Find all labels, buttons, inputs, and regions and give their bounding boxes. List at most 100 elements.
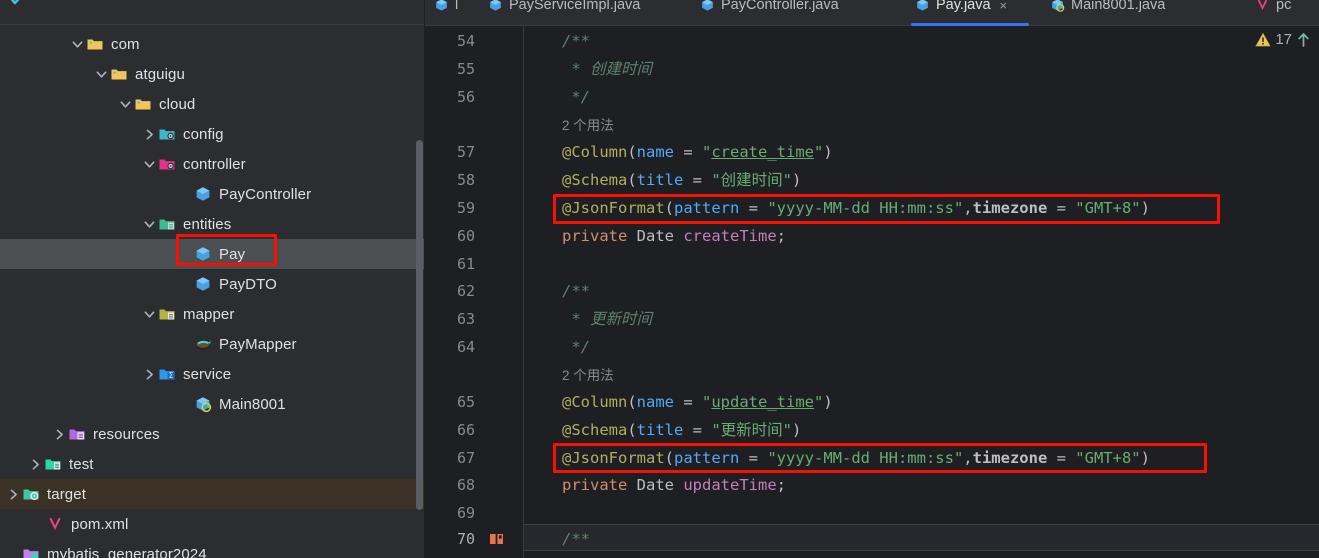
- code-token: (: [627, 421, 637, 439]
- editor-tab-payserviceimpl-java[interactable]: PayServiceImpl.java: [478, 0, 650, 18]
- code-token: ): [1140, 199, 1150, 217]
- chevron-right-icon[interactable]: [4, 485, 22, 503]
- code-token: title: [636, 171, 684, 189]
- caret-line-highlight: [524, 524, 1319, 551]
- code-line[interactable]: @Column(name = "create_time"): [562, 143, 833, 162]
- inlay-hint-usages[interactable]: 2 个用法: [562, 366, 614, 385]
- editor-tab-label: Pay.java: [936, 0, 991, 13]
- arrow-up-icon[interactable]: [1296, 31, 1311, 48]
- tree-item-test[interactable]: test: [0, 449, 425, 479]
- code-line[interactable]: @Column(name = "update_time"): [562, 393, 833, 412]
- code-line[interactable]: /**: [562, 282, 590, 301]
- code-token: name: [636, 143, 674, 161]
- chevron-down-icon[interactable]: [140, 305, 158, 323]
- code-line[interactable]: private Date updateTime;: [562, 476, 786, 495]
- tree-item-cloud[interactable]: cloud: [0, 89, 425, 119]
- tree-item-label: service: [183, 365, 232, 383]
- tree-item-resources[interactable]: resources: [0, 419, 425, 449]
- code-line[interactable]: /**: [562, 530, 590, 549]
- code-token: =: [683, 171, 712, 189]
- tree-item-entities[interactable]: entities: [0, 209, 425, 239]
- editor-tab-pay-java[interactable]: Pay.java ×: [905, 0, 1017, 18]
- code-token: ;: [776, 227, 787, 245]
- source-code[interactable]: /** * 创建时间 */ 2 个用法 @Column(name = "create…: [425, 26, 1319, 558]
- tree-item-com[interactable]: com: [0, 29, 425, 59]
- code-line[interactable]: * 创建时间: [562, 60, 652, 79]
- chevron-down-icon[interactable]: [92, 65, 110, 83]
- code-line[interactable]: */: [562, 88, 590, 107]
- code-line[interactable]: private Date createTime;: [562, 227, 786, 246]
- tree-item-pom-xml[interactable]: pom.xml: [0, 509, 425, 539]
- code-token: ): [792, 421, 802, 439]
- project-tree[interactable]: com atguigu cloud config controller PayContro…: [0, 25, 425, 558]
- code-line[interactable]: * 更新时间: [562, 310, 652, 329]
- editor-tab-label: PayController.java: [721, 0, 839, 13]
- code-token: timezone: [972, 449, 1048, 467]
- intellij-idea-window: com atguigu cloud config controller PayContro…: [0, 0, 1319, 558]
- tree-item-paycontroller[interactable]: PayController: [0, 179, 425, 209]
- editor-tab-pc[interactable]: pc: [1245, 0, 1301, 18]
- code-token: (: [627, 171, 637, 189]
- tree-item-label: com: [111, 35, 140, 53]
- tree-item-pay[interactable]: Pay: [0, 239, 425, 269]
- tree-item-label: entities: [183, 215, 232, 233]
- tree-item-mapper[interactable]: mapper: [0, 299, 425, 329]
- code-token: ): [823, 143, 833, 161]
- close-icon[interactable]: ×: [1000, 0, 1008, 13]
- warning-count: 17: [1275, 31, 1292, 48]
- tree-item-controller[interactable]: controller: [0, 149, 425, 179]
- inlay-hint-usages[interactable]: 2 个用法: [562, 116, 614, 135]
- chevron-down-icon[interactable]: [6, 0, 24, 10]
- tree-item-label: test: [69, 455, 94, 473]
- package-green-icon: [158, 215, 176, 233]
- warning-triangle-icon: [1255, 32, 1271, 48]
- chevron-down-icon[interactable]: [68, 35, 86, 53]
- tree-item-target[interactable]: target: [0, 479, 425, 509]
- code-token: updateTime: [683, 476, 777, 494]
- tree-item-paymapper[interactable]: PayMapper: [0, 329, 425, 359]
- code-token: pattern: [674, 199, 740, 217]
- svg-text:Σ: Σ: [169, 371, 174, 380]
- code-line[interactable]: */: [562, 338, 590, 357]
- project-tree-scrollbar[interactable]: [416, 140, 423, 510]
- inspection-widget[interactable]: 17: [1255, 31, 1311, 48]
- code-token: Date: [636, 227, 674, 245]
- code-token: */: [562, 88, 590, 106]
- chevron-right-icon[interactable]: [140, 125, 158, 143]
- tree-item-paydto[interactable]: PayDTO: [0, 269, 425, 299]
- tree-item-atguigu[interactable]: atguigu: [0, 59, 425, 89]
- editor-tab-main8001-java[interactable]: Main8001.java: [1040, 0, 1175, 18]
- code-line[interactable]: @Schema(title = "更新时间"): [562, 421, 801, 440]
- java-class-blue-icon: [915, 0, 930, 13]
- code-token: timezone: [972, 199, 1048, 217]
- chevron-right-icon[interactable]: [140, 365, 158, 383]
- chevron-down-icon[interactable]: [140, 155, 158, 173]
- tree-item-mybatis-generator2024[interactable]: mybatis_generator2024: [0, 539, 425, 558]
- tree-item-config[interactable]: config: [0, 119, 425, 149]
- tree-item-main8001[interactable]: Main8001: [0, 389, 425, 419]
- code-viewport[interactable]: 54 55 56 57 58 59 60 61 62 63 64 65 66 67 68 69 70 /** *…: [425, 26, 1319, 558]
- tree-item-label: pom.xml: [71, 515, 129, 533]
- code-line[interactable]: @Schema(title = "创建时间"): [562, 171, 801, 190]
- java-class-blue-icon: [194, 275, 212, 293]
- folder-excluded-icon: [22, 485, 40, 503]
- editor-tab-bar[interactable]: l PayServiceImpl.java PayController.java Pa…: [425, 0, 1319, 26]
- editor-tab-paycontroller-java[interactable]: PayController.java: [690, 0, 849, 18]
- tree-item-service[interactable]: Σservice: [0, 359, 425, 389]
- code-token: ,: [963, 449, 973, 467]
- package-olive-icon: [158, 305, 176, 323]
- chevron-right-icon[interactable]: [50, 425, 68, 443]
- code-line[interactable]: @JsonFormat(pattern = "yyyy-MM-dd HH:mm:…: [562, 199, 1150, 218]
- code-line[interactable]: /**: [562, 32, 590, 51]
- chevron-down-icon[interactable]: [116, 95, 134, 113]
- code-line[interactable]: @JsonFormat(pattern = "yyyy-MM-dd HH:mm:…: [562, 449, 1150, 468]
- tree-item-label: mapper: [183, 305, 235, 323]
- code-token: pattern: [674, 449, 740, 467]
- editor-tab-label: Main8001.java: [1071, 0, 1166, 13]
- editor-tab-l[interactable]: l: [425, 0, 468, 18]
- spring-boot-main-icon: [1050, 0, 1065, 13]
- chevron-right-icon[interactable]: [26, 455, 44, 473]
- chevron-down-icon[interactable]: [140, 215, 158, 233]
- tree-item-label: atguigu: [135, 65, 185, 83]
